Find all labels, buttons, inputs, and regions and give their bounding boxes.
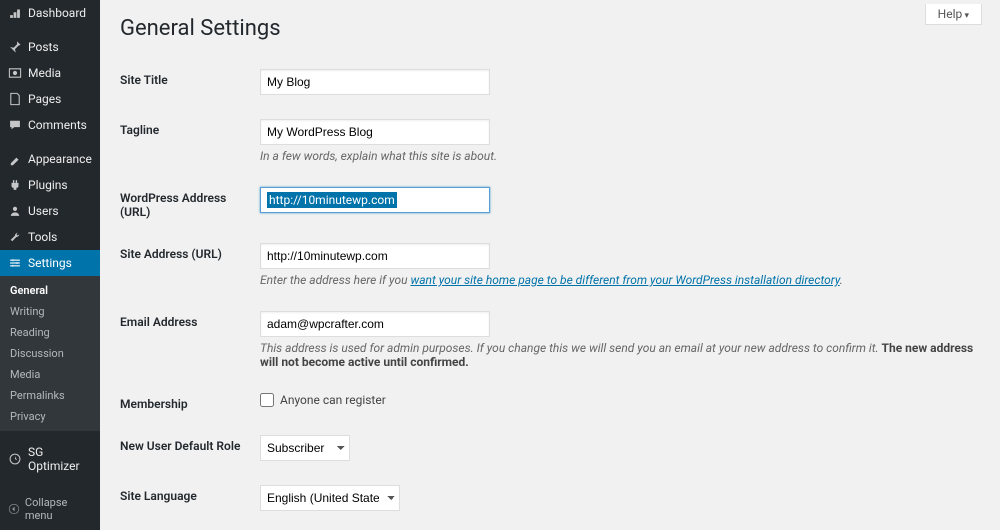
language-select[interactable]: English (United States) [260,485,400,511]
sidebar-item-comments[interactable]: Comments [0,112,100,138]
collapse-icon [8,502,21,516]
sidebar-item-tools[interactable]: Tools [0,224,100,250]
page-title: General Settings [120,16,980,41]
sidebar-item-plugins[interactable]: Plugins [0,172,100,198]
menu-label: SG Optimizer [28,445,92,473]
dashboard-icon [8,6,22,20]
sidebar-item-users[interactable]: Users [0,198,100,224]
site-url-label: Site Address (URL) [120,233,260,301]
submenu-item-discussion[interactable]: Discussion [0,343,100,364]
menu-label: Pages [28,92,61,106]
submenu-item-general[interactable]: General [0,280,100,301]
submenu-item-permalinks[interactable]: Permalinks [0,385,100,406]
media-icon [8,66,22,80]
plugins-icon [8,178,22,192]
site-title-label: Site Title [120,59,260,109]
tagline-input[interactable] [260,119,490,145]
email-input[interactable] [260,311,490,337]
sidebar-item-posts[interactable]: Posts [0,34,100,60]
settings-submenu: General Writing Reading Discussion Media… [0,276,100,431]
tagline-description: In a few words, explain what this site i… [260,149,980,163]
language-label: Site Language [120,475,260,525]
menu-label: Plugins [28,178,68,192]
default-role-label: New User Default Role [120,425,260,475]
site-url-description: Enter the address here if you want your … [260,273,980,287]
wp-url-selected-value: http://10minutewp.com [267,192,397,208]
settings-icon [8,256,22,270]
menu-label: Appearance [28,152,92,166]
wp-url-label: WordPress Address (URL) [120,177,260,233]
wp-url-input[interactable]: http://10minutewp.com [260,187,490,213]
default-role-select[interactable]: Subscriber [260,435,350,461]
menu-label: Tools [28,230,57,244]
sidebar-item-appearance[interactable]: Appearance [0,146,100,172]
appearance-icon [8,152,22,166]
menu-label: Comments [28,118,87,132]
comments-icon [8,118,22,132]
membership-label: Membership [120,383,260,425]
menu-label: Settings [28,256,72,270]
submenu-item-reading[interactable]: Reading [0,322,100,343]
site-url-help-link[interactable]: want your site home page to be different… [410,273,839,287]
menu-label: Users [28,204,59,218]
pages-icon [8,92,22,106]
sidebar-item-pages[interactable]: Pages [0,86,100,112]
tools-icon [8,230,22,244]
main-content: Help General Settings Site Title Tagline… [100,0,1000,530]
membership-checkbox[interactable] [260,393,274,407]
sidebar-item-sg-optimizer[interactable]: SG Optimizer [0,439,100,479]
menu-label: Posts [28,40,59,54]
settings-form: Site Title Tagline In a few words, expla… [120,59,980,530]
users-icon [8,204,22,218]
email-label: Email Address [120,301,260,383]
membership-checkbox-label[interactable]: Anyone can register [260,393,980,407]
pin-icon [8,40,22,54]
submenu-item-writing[interactable]: Writing [0,301,100,322]
submenu-item-privacy[interactable]: Privacy [0,406,100,427]
sidebar-item-media[interactable]: Media [0,60,100,86]
collapse-menu-button[interactable]: Collapse menu [0,488,100,530]
submenu-item-media[interactable]: Media [0,364,100,385]
help-tab[interactable]: Help [925,4,982,25]
timezone-label: Timezone [120,525,260,530]
menu-label: Dashboard [28,6,86,20]
collapse-label: Collapse menu [25,496,92,522]
site-url-input[interactable] [260,243,490,269]
sidebar-item-dashboard[interactable]: Dashboard [0,0,100,26]
menu-label: Media [28,66,61,80]
tagline-label: Tagline [120,109,260,177]
email-description: This address is used for admin purposes.… [260,341,980,369]
optimizer-icon [8,452,22,466]
admin-sidebar: Dashboard Posts Media Pages Comments App… [0,0,100,530]
sidebar-item-settings[interactable]: Settings [0,250,100,276]
site-title-input[interactable] [260,69,490,95]
